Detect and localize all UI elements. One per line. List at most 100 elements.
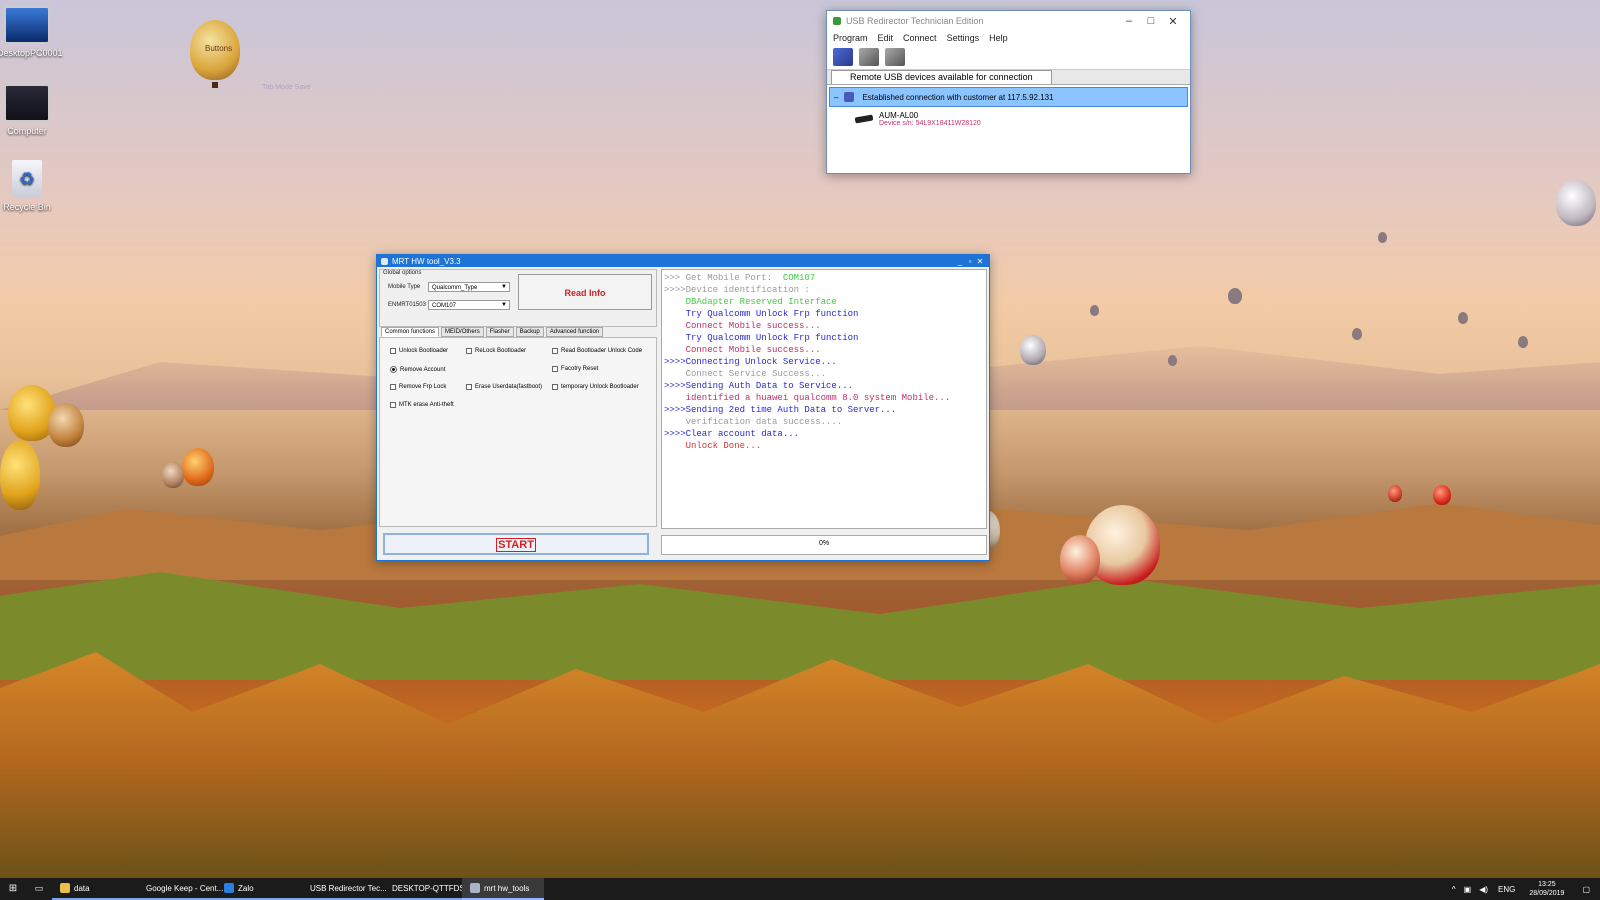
connection-row[interactable]: – Established connection with customer a… — [829, 87, 1188, 107]
log-text: Connect Mobile success... — [664, 321, 821, 331]
checkbox[interactable] — [552, 366, 558, 372]
collapse-icon[interactable]: – — [834, 93, 838, 102]
desktop-icon-computer[interactable]: Computer — [0, 84, 57, 136]
read-info-button[interactable]: Read Info — [518, 274, 652, 310]
usb-menu-bar: Program Edit Connect Settings Help — [827, 31, 1190, 45]
hot-air-balloon — [1352, 328, 1362, 340]
tab-meid-others[interactable]: MEID/Others — [441, 327, 484, 337]
clock[interactable]: 13:25 28/09/2019 — [1529, 880, 1564, 898]
tab-backup[interactable]: Backup — [515, 327, 544, 337]
minimize-icon[interactable]: _ — [955, 257, 965, 266]
option-remove-account[interactable]: Remove Account — [390, 366, 445, 373]
phone-icon — [854, 114, 874, 124]
hot-air-balloon — [1060, 535, 1100, 583]
checkbox[interactable] — [552, 384, 558, 390]
add-server-icon[interactable] — [833, 48, 853, 66]
log-line: Connect Mobile success... — [664, 344, 821, 356]
log-text: Unlock Done... — [664, 441, 762, 451]
usb-title-bar[interactable]: USB Redirector Technician Edition – □ ✕ — [827, 11, 1190, 31]
balloon-text: Buttons — [205, 44, 233, 53]
option-remove-frp-lock[interactable]: Remove Frp Lock — [390, 384, 446, 390]
taskbar-item-data[interactable]: data — [52, 878, 134, 900]
remote-computer-icon — [844, 92, 855, 102]
menu-help[interactable]: Help — [989, 33, 1008, 43]
taskbar-item-google-keep[interactable]: Google Keep - Cent... — [134, 878, 223, 900]
checkbox[interactable] — [390, 384, 396, 390]
hot-air-balloon — [182, 448, 214, 486]
notification-icon[interactable]: ▢ — [1582, 885, 1590, 894]
menu-program[interactable]: Program — [833, 33, 868, 43]
log-line: DBAdapter Reserved Interface — [664, 296, 837, 308]
port-select[interactable]: COM107 ▼ — [428, 300, 510, 310]
option-erase-userdata[interactable]: Erase Userdata(fastboot) — [466, 384, 542, 390]
log-text: >>>>Connecting Unlock Service... — [664, 357, 837, 367]
tab-remote-devices[interactable]: Remote USB devices available for connect… — [831, 70, 1052, 84]
checkbox[interactable] — [390, 348, 396, 354]
option-relock-bootloader[interactable]: ReLock Bootloader — [466, 348, 526, 354]
desktop-icon-recycle-bin[interactable]: ♻ Recycle Bin — [0, 160, 57, 212]
usb-redirector-window[interactable]: USB Redirector Technician Edition – □ ✕ … — [826, 10, 1191, 174]
menu-edit[interactable]: Edit — [878, 33, 894, 43]
close-icon[interactable]: ✕ — [1162, 15, 1184, 28]
network-icon[interactable]: ▣ — [1464, 885, 1472, 894]
hot-air-balloon — [1228, 288, 1242, 304]
desktop-icon-pc[interactable]: DesktopPC0001 — [0, 6, 63, 58]
option-unlock-bootloader[interactable]: Unlock Bootloader — [390, 348, 448, 354]
log-line: Unlock Done... — [664, 440, 762, 452]
device-row[interactable]: AUM-AL00 Device s/n: 54L9X18411W28120 — [827, 109, 1190, 127]
tab-flasher[interactable]: Flasher — [485, 327, 514, 337]
volume-icon[interactable]: ◀) — [1479, 885, 1488, 894]
radio-button[interactable] — [390, 366, 397, 373]
taskbar-item-zalo[interactable]: Zalo — [216, 878, 298, 900]
log-line: Try Qualcomm Unlock Frp function — [664, 332, 859, 344]
log-text: Connect Mobile success... — [664, 345, 821, 355]
option-mtk-erase-antitheft[interactable]: MTK erase Anti-theft — [390, 402, 454, 408]
usb-unplug-icon[interactable] — [885, 48, 905, 66]
faint-desktop-label: Tab Mode Save — [262, 84, 311, 91]
hot-air-balloon — [1556, 180, 1596, 226]
mobile-type-value: Qualcomm_Type — [432, 285, 478, 291]
usb-plug-icon[interactable] — [859, 48, 879, 66]
desktop-icon-label: Recycle Bin — [3, 202, 51, 212]
taskbar-item-remote-desktop[interactable]: DESKTOP-QTTFDSD... — [380, 878, 477, 900]
chevron-down-icon[interactable]: ▼ — [500, 283, 508, 291]
log-line: verification data success.... — [664, 416, 843, 428]
mobile-type-select[interactable]: Qualcomm_Type ▼ — [428, 282, 510, 292]
mrt-title-bar[interactable]: MRT HW tool_V3.3 _ ▫ ✕ — [377, 255, 989, 267]
option-factory-reset[interactable]: Facotry Reset — [552, 366, 598, 372]
hot-air-balloon — [162, 462, 184, 488]
taskbar: ⊞ ▭ data Google Keep - Cent... Zalo USB … — [0, 878, 1600, 900]
minimize-icon[interactable]: – — [1118, 15, 1140, 27]
tab-common-functions[interactable]: Common functions — [381, 327, 440, 337]
log-text: >>>>Clear account data... — [664, 429, 800, 439]
checkbox[interactable] — [552, 348, 558, 354]
close-icon[interactable]: ✕ — [975, 257, 985, 266]
mrt-tool-window[interactable]: MRT HW tool_V3.3 _ ▫ ✕ Global options Mo… — [376, 254, 990, 561]
option-temporary-unlock[interactable]: temporary Unlock Bootloader — [552, 384, 639, 390]
start-menu-button[interactable]: ⊞ — [0, 878, 26, 900]
hot-air-balloon — [1433, 485, 1451, 505]
log-text: >>>>Device identification : — [664, 285, 810, 295]
tab-advanced-function[interactable]: Advanced function — [545, 327, 604, 337]
taskbar-item-mrt-tool[interactable]: mrt hw_tools — [462, 878, 544, 900]
global-options-label: Global options — [383, 270, 422, 276]
checkbox[interactable] — [466, 384, 472, 390]
log-text: >>>>Sending 2ed time Auth Data to Server… — [664, 405, 897, 415]
maximize-icon[interactable]: □ — [1140, 15, 1162, 27]
task-view-button[interactable]: ▭ — [26, 878, 52, 900]
language-indicator[interactable]: ENG — [1498, 885, 1515, 894]
menu-connect[interactable]: Connect — [903, 33, 937, 43]
start-button[interactable]: START — [383, 533, 649, 555]
usb-toolbar — [827, 45, 1190, 70]
mrt-tool-icon — [470, 883, 480, 893]
menu-settings[interactable]: Settings — [947, 33, 980, 43]
maximize-icon[interactable]: ▫ — [965, 257, 975, 266]
chevron-up-icon[interactable]: ^ — [1452, 885, 1456, 894]
checkbox[interactable] — [390, 402, 396, 408]
mrt-window-title: MRT HW tool_V3.3 — [392, 256, 461, 266]
taskbar-item-usb-redirector[interactable]: USB Redirector Tec... — [298, 878, 387, 900]
option-read-bootloader-code[interactable]: Read Bootloader Unlock Code — [552, 348, 642, 354]
chevron-down-icon[interactable]: ▼ — [500, 301, 508, 309]
log-text: >>>>Sending Auth Data to Service... — [664, 381, 854, 391]
checkbox[interactable] — [466, 348, 472, 354]
